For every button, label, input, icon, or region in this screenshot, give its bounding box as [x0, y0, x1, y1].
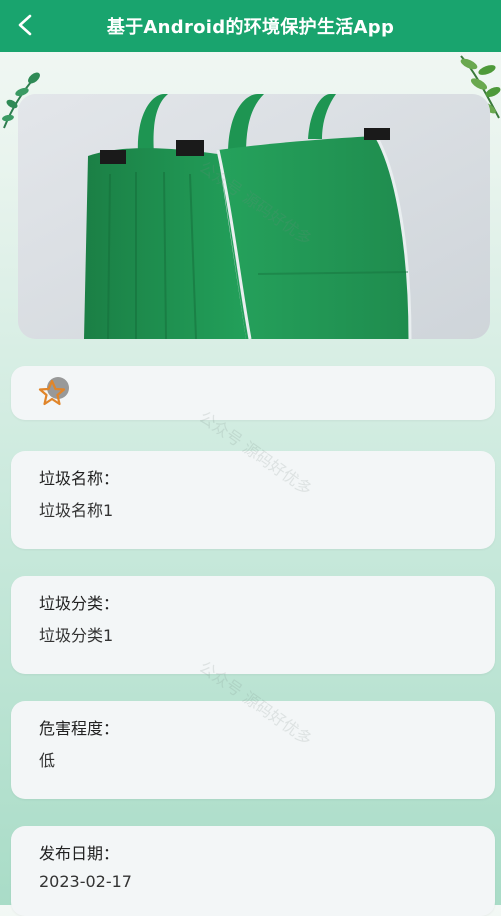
field-value: 低 [39, 751, 56, 770]
info-card-publish-date: 发布日期： 2023-02-17 [11, 826, 495, 916]
star-icon[interactable] [37, 376, 71, 410]
product-image [18, 94, 490, 339]
favorite-card [11, 366, 495, 420]
info-card-garbage-name: 垃圾名称： 垃圾名称1 [11, 451, 495, 549]
info-card-hazard-level: 危害程度： 低 [11, 701, 495, 799]
field-value: 垃圾分类1 [39, 626, 114, 645]
field-label: 发布日期： [39, 844, 120, 863]
back-button[interactable] [10, 10, 40, 40]
field-label: 危害程度： [39, 719, 120, 738]
info-card-garbage-category: 垃圾分类： 垃圾分类1 [11, 576, 495, 674]
chevron-left-icon [18, 14, 32, 36]
shopping-bag-illustration [18, 94, 490, 339]
field-label: 垃圾分类： [39, 594, 120, 613]
field-value: 2023-02-17 [39, 872, 132, 891]
field-value: 垃圾名称1 [39, 501, 114, 520]
field-label: 垃圾名称： [39, 469, 120, 488]
page-title: 基于Android的环境保护生活App [106, 17, 395, 38]
app-bar: 基于Android的环境保护生活App [0, 0, 501, 52]
